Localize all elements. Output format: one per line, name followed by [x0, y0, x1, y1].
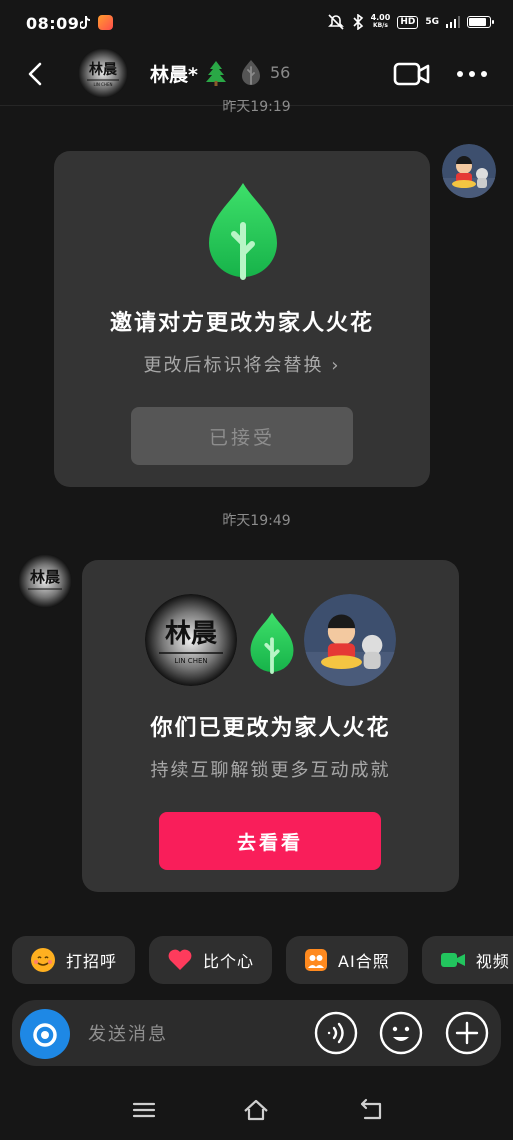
quick-action-video[interactable]: 视频	[421, 936, 513, 984]
wave-emoji-icon	[31, 948, 55, 972]
spark-count: 56	[270, 63, 291, 82]
contact-name[interactable]: 林晨*	[150, 60, 198, 87]
hd-badge: HD	[397, 15, 419, 29]
ai-photo-icon	[305, 949, 328, 971]
tree-icon	[206, 61, 226, 86]
invite-card: 邀请对方更改为家人火花 更改后标识将会替换 › 已接受	[54, 151, 430, 487]
go-see-button[interactable]: 去看看	[159, 812, 381, 870]
family-spark-card: 林晨 LIN CHEN 你们已更改为家人火花 持续互聊解锁更多互动成就 去看看	[82, 560, 459, 892]
svg-text:林晨: 林晨	[165, 619, 218, 649]
invite-title: 邀请对方更改为家人火花	[109, 311, 374, 336]
tiktok-icon	[80, 15, 90, 29]
status-time: 08:09	[26, 14, 80, 33]
timestamp: 昨天19:19	[222, 100, 291, 114]
system-nav-bar	[0, 1080, 513, 1140]
back-icon[interactable]	[22, 60, 50, 88]
my-avatar[interactable]	[442, 144, 496, 198]
quick-action-bar: 打招呼 比个心 AI合照 视频	[12, 936, 513, 984]
svg-text:林晨: 林晨	[30, 568, 61, 586]
video-icon	[440, 953, 465, 967]
emoji-icon[interactable]	[379, 1011, 423, 1055]
bluetooth-icon	[353, 14, 363, 30]
family-spark-subtitle: 持续互聊解锁更多互动成就	[150, 760, 391, 781]
message-input-bar: 发送消息	[12, 1000, 501, 1066]
contact-chat-avatar[interactable]: 林晨	[18, 554, 72, 608]
battery-icon	[467, 16, 494, 28]
heart-icon	[168, 949, 192, 970]
status-bar: 08:09 4.00 KB/s HD 5G	[0, 0, 513, 48]
chevron-right-icon: ›	[323, 355, 341, 376]
accepted-button[interactable]: 已接受	[131, 407, 353, 465]
app-notification-icon	[98, 15, 113, 30]
mute-icon	[327, 14, 344, 30]
contact-avatar-large: 林晨 LIN CHEN	[145, 594, 237, 686]
more-icon[interactable]	[455, 62, 489, 86]
network-label: 5G	[425, 16, 439, 27]
spark-flame-icon	[250, 612, 294, 674]
svg-text:林晨: 林晨	[89, 61, 118, 78]
svg-text:LIN CHEN: LIN CHEN	[174, 657, 207, 665]
menu-icon[interactable]	[130, 1096, 158, 1124]
chat-header: 林晨 LIN CHEN 林晨* 56	[0, 48, 513, 106]
message-input[interactable]: 发送消息	[88, 1020, 168, 1046]
invite-subtitle[interactable]: 更改后标识将会替换 ›	[54, 351, 430, 377]
family-spark-title: 你们已更改为家人火花	[150, 716, 391, 741]
my-avatar-large	[304, 594, 396, 686]
quick-action-wave[interactable]: 打招呼	[12, 936, 136, 984]
timestamp: 昨天19:49	[222, 513, 291, 529]
camera-button[interactable]	[20, 1009, 70, 1059]
spark-flame-icon	[209, 183, 277, 280]
net-speed: 4.00 KB/s	[370, 13, 391, 30]
add-icon[interactable]	[445, 1011, 489, 1055]
home-icon[interactable]	[242, 1096, 270, 1124]
contact-avatar[interactable]: 林晨 LIN CHEN	[78, 48, 128, 98]
back-nav-icon[interactable]	[357, 1096, 385, 1124]
video-call-icon[interactable]	[393, 60, 431, 88]
quick-action-ai-photo[interactable]: AI合照	[286, 936, 408, 984]
voice-icon[interactable]	[314, 1011, 358, 1055]
flame-icon[interactable]	[240, 59, 262, 87]
camera-icon	[33, 1023, 57, 1047]
quick-action-heart[interactable]: 比个心	[149, 936, 273, 984]
svg-text:LIN CHEN: LIN CHEN	[94, 82, 113, 87]
signal-icon	[446, 16, 460, 28]
